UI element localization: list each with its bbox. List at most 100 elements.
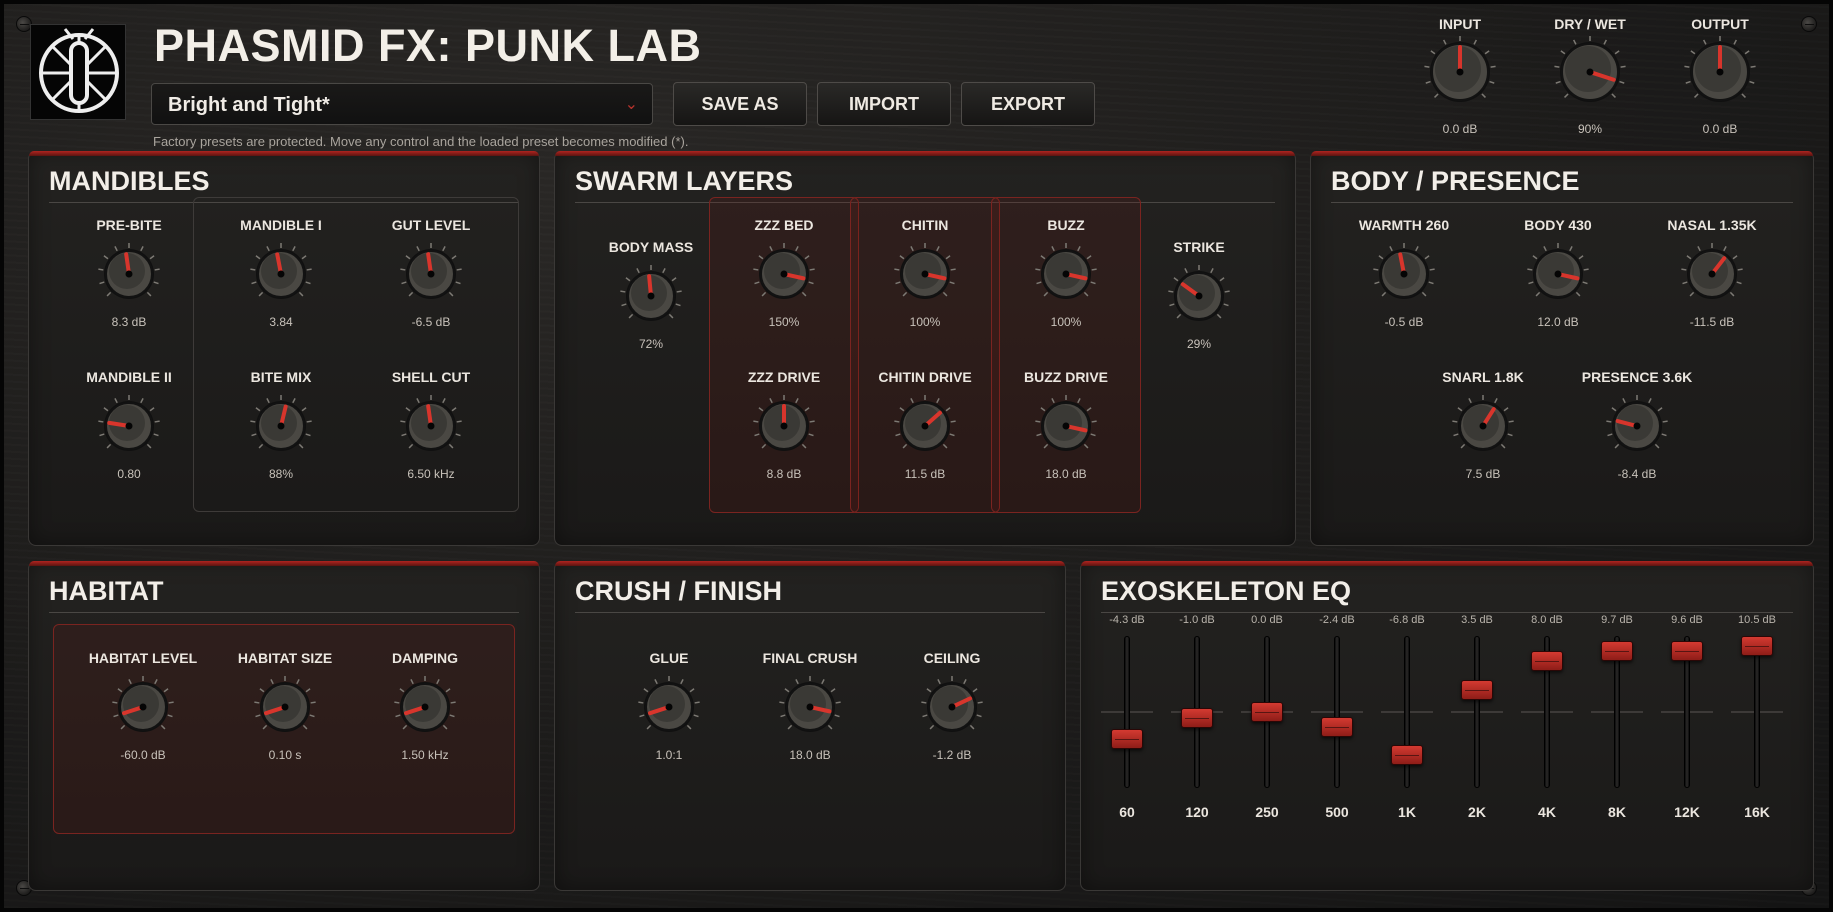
buzz-knob[interactable] bbox=[1033, 241, 1099, 307]
knob-label: HABITAT SIZE bbox=[237, 650, 333, 666]
snarl-knob-control[interactable]: SNARL 1.8K 7.5 dB bbox=[1423, 369, 1543, 499]
bite-mix-knob-control[interactable]: BITE MIX 88% bbox=[221, 369, 341, 499]
ceiling-knob[interactable] bbox=[919, 674, 985, 740]
eq-slider-thumb[interactable] bbox=[1671, 641, 1703, 662]
zzz-drive-knob[interactable] bbox=[751, 393, 817, 459]
mandible-ii-knob-control[interactable]: MANDIBLE II 0.80 bbox=[69, 369, 189, 499]
eq-slider-track[interactable] bbox=[1754, 636, 1760, 788]
buzz-drive-knob-control[interactable]: BUZZ DRIVE 18.0 dB bbox=[1006, 369, 1126, 499]
warmth-knob-control[interactable]: WARMTH 260 -0.5 dB bbox=[1344, 217, 1464, 347]
mandible-i-knob[interactable] bbox=[248, 241, 314, 307]
eq-slider-thumb[interactable] bbox=[1251, 702, 1283, 722]
knob-label: CHITIN DRIVE bbox=[878, 369, 972, 385]
body-mass-knob[interactable] bbox=[618, 263, 684, 329]
chevron-down-icon: ⌄ bbox=[624, 96, 638, 113]
mandible-i-knob-control[interactable]: MANDIBLE I 3.84 bbox=[221, 217, 341, 347]
import-button[interactable]: IMPORT bbox=[817, 82, 951, 126]
knob-value: -60.0 dB bbox=[120, 748, 166, 762]
eq-slider-thumb[interactable] bbox=[1111, 729, 1143, 750]
eq-slider-thumb[interactable] bbox=[1531, 651, 1563, 672]
knob-label: HABITAT LEVEL bbox=[88, 650, 198, 666]
chitin-knob[interactable] bbox=[892, 241, 958, 307]
eq-gain-readout: 10.5 dB bbox=[1738, 614, 1776, 626]
preset-dropdown[interactable]: Bright and Tight* ⌄ bbox=[151, 83, 653, 125]
buzz-knob-control[interactable]: BUZZ 100% bbox=[1006, 217, 1126, 347]
dry-wet-knob[interactable] bbox=[1552, 34, 1628, 110]
zzz-drive-knob-control[interactable]: ZZZ DRIVE 8.8 dB bbox=[724, 369, 844, 499]
pre-bite-knob[interactable] bbox=[96, 241, 162, 307]
nasal-knob-control[interactable]: NASAL 1.35K -11.5 dB bbox=[1652, 217, 1772, 347]
habitat-size-knob[interactable] bbox=[252, 674, 318, 740]
final-crush-knob-control[interactable]: FINAL CRUSH 18.0 dB bbox=[750, 650, 870, 780]
damping-knob-control[interactable]: DAMPING 1.50 kHz bbox=[365, 650, 485, 780]
warmth-knob[interactable] bbox=[1371, 241, 1437, 307]
knob-label: GLUE bbox=[649, 650, 689, 666]
shell-cut-knob[interactable] bbox=[398, 393, 464, 459]
presence-knob[interactable] bbox=[1604, 393, 1670, 459]
knob-value: -11.5 dB bbox=[1689, 315, 1735, 329]
output-knob[interactable] bbox=[1682, 34, 1758, 110]
knob-label: PRESENCE 3.6K bbox=[1581, 369, 1693, 385]
zzz-bed-knob-control[interactable]: ZZZ BED 150% bbox=[724, 217, 844, 347]
eq-slider-thumb[interactable] bbox=[1321, 717, 1353, 738]
glue-knob[interactable] bbox=[636, 674, 702, 740]
zzz-bed-knob[interactable] bbox=[751, 241, 817, 307]
knob-label: ZZZ BED bbox=[754, 217, 814, 233]
body-knob[interactable] bbox=[1525, 241, 1591, 307]
pre-bite-knob-control[interactable]: PRE-BITE 8.3 dB bbox=[69, 217, 189, 347]
glue-knob-control[interactable]: GLUE 1.0:1 bbox=[609, 650, 729, 780]
eq-frequency-label: 12K bbox=[1674, 804, 1700, 820]
divider bbox=[49, 612, 519, 613]
body-mass-knob-control[interactable]: BODY MASS 72% bbox=[591, 239, 711, 369]
knob-label: BUZZ bbox=[1047, 217, 1085, 233]
exoskeleton-eq-panel: EXOSKELETON EQ -4.3 dB 60 -1.0 dB 120 0.0 dB… bbox=[1080, 561, 1814, 891]
knob-value: 18.0 dB bbox=[789, 748, 831, 762]
eq-gain-readout: 0.0 dB bbox=[1251, 614, 1283, 626]
habitat-size-knob-control[interactable]: HABITAT SIZE 0.10 s bbox=[225, 650, 345, 780]
nasal-knob[interactable] bbox=[1679, 241, 1745, 307]
eq-frequency-label: 8K bbox=[1608, 804, 1626, 820]
eq-slider-track[interactable] bbox=[1474, 636, 1480, 788]
mandible-ii-knob[interactable] bbox=[96, 393, 162, 459]
divider bbox=[1101, 612, 1793, 613]
strike-knob[interactable] bbox=[1166, 263, 1232, 329]
habitat-level-knob[interactable] bbox=[110, 674, 176, 740]
eq-slider-track[interactable] bbox=[1124, 636, 1130, 788]
gut-level-knob-control[interactable]: GUT LEVEL -6.5 dB bbox=[371, 217, 491, 347]
eq-slider-thumb[interactable] bbox=[1461, 679, 1493, 700]
eq-slider-thumb[interactable] bbox=[1601, 640, 1633, 661]
eq-frequency-label: 500 bbox=[1325, 804, 1349, 820]
eq-slider-track[interactable] bbox=[1404, 636, 1410, 788]
snarl-knob[interactable] bbox=[1450, 393, 1516, 459]
shell-cut-knob-control[interactable]: SHELL CUT 6.50 kHz bbox=[371, 369, 491, 499]
input-knob[interactable] bbox=[1422, 34, 1498, 110]
eq-band-12k: 9.6 dB 12K bbox=[1659, 614, 1715, 820]
bite-mix-knob[interactable] bbox=[248, 393, 314, 459]
eq-slider-thumb[interactable] bbox=[1741, 635, 1773, 656]
eq-slider-track[interactable] bbox=[1334, 636, 1340, 788]
chitin-drive-knob-control[interactable]: CHITIN DRIVE 11.5 dB bbox=[865, 369, 985, 499]
buzz-drive-knob[interactable] bbox=[1033, 393, 1099, 459]
final-crush-knob[interactable] bbox=[777, 674, 843, 740]
body-knob-control[interactable]: BODY 430 12.0 dB bbox=[1498, 217, 1618, 347]
body-presence-panel: BODY / PRESENCE WARMTH 260 -0.5 dB BODY … bbox=[1310, 151, 1814, 546]
chitin-drive-knob[interactable] bbox=[892, 393, 958, 459]
strike-knob-control[interactable]: STRIKE 29% bbox=[1139, 239, 1259, 369]
damping-knob[interactable] bbox=[392, 674, 458, 740]
knob-value: 90% bbox=[1577, 122, 1603, 136]
habitat-level-knob-control[interactable]: HABITAT LEVEL -60.0 dB bbox=[83, 650, 203, 780]
knob-value: -1.2 dB bbox=[932, 748, 972, 762]
knob-value: 0.10 s bbox=[268, 748, 302, 762]
input-knob-control[interactable]: INPUT 0.0 dB bbox=[1400, 16, 1520, 146]
dry-wet-knob-control[interactable]: DRY / WET 90% bbox=[1530, 16, 1650, 146]
ceiling-knob-control[interactable]: CEILING -1.2 dB bbox=[892, 650, 1012, 780]
gut-level-knob[interactable] bbox=[398, 241, 464, 307]
eq-band-120: -1.0 dB 120 bbox=[1169, 614, 1225, 820]
presence-knob-control[interactable]: PRESENCE 3.6K -8.4 dB bbox=[1577, 369, 1697, 499]
chitin-knob-control[interactable]: CHITIN 100% bbox=[865, 217, 985, 347]
output-knob-control[interactable]: OUTPUT 0.0 dB bbox=[1660, 16, 1780, 146]
eq-slider-thumb[interactable] bbox=[1391, 745, 1423, 766]
export-button[interactable]: EXPORT bbox=[961, 82, 1095, 126]
save-as-button[interactable]: SAVE AS bbox=[673, 82, 807, 126]
eq-slider-thumb[interactable] bbox=[1181, 708, 1213, 729]
